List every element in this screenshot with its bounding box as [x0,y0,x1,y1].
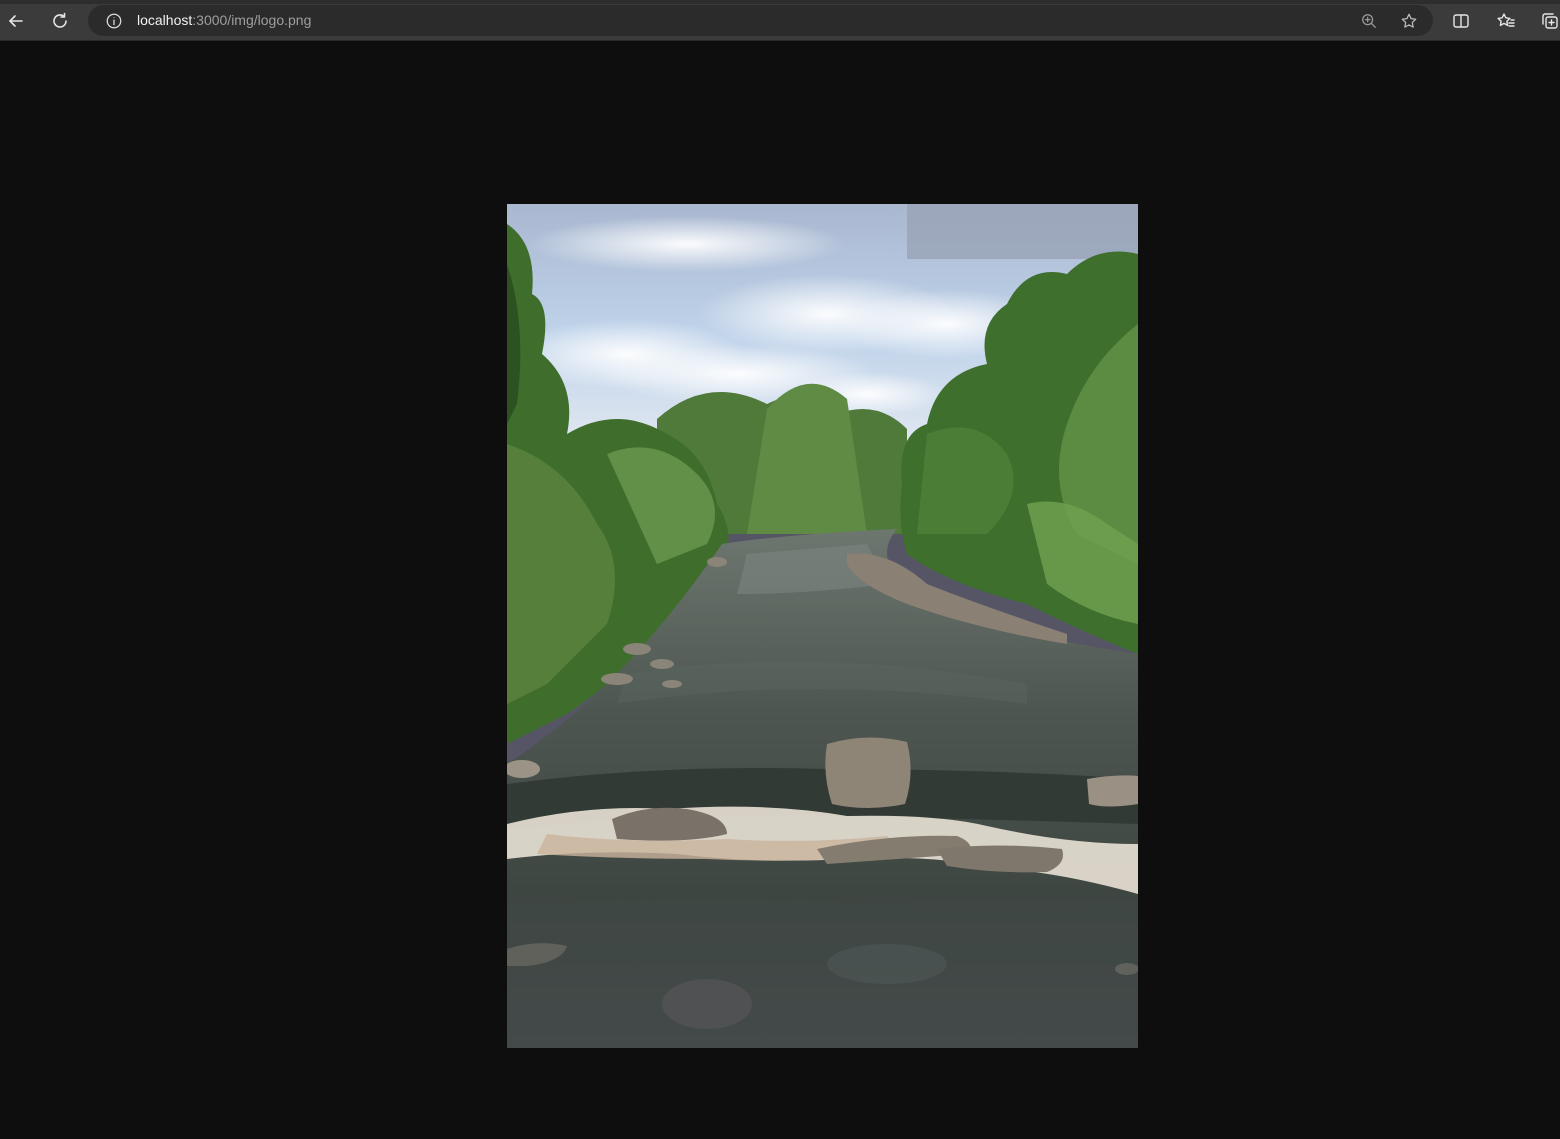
split-screen-icon [1451,11,1471,31]
refresh-icon [50,11,70,31]
address-bar[interactable]: localhost:3000/img/logo.png [88,5,1433,36]
zoom-in-icon[interactable] [1358,10,1380,32]
url-host: localhost [137,12,193,28]
refresh-button[interactable] [47,8,73,34]
star-icon[interactable] [1398,10,1420,32]
collections-icon [1540,11,1560,31]
back-arrow-icon [6,11,26,31]
collections-button[interactable] [1537,8,1560,34]
info-icon[interactable] [104,11,124,31]
large-rock [825,737,911,808]
favorites-icon [1496,11,1516,31]
tab-strip-edge [0,0,1560,4]
browser-toolbar: localhost:3000/img/logo.png [0,0,1560,41]
url-text[interactable]: localhost:3000/img/logo.png [137,12,311,29]
favorites-button[interactable] [1493,8,1519,34]
image-viewer [0,41,1560,1139]
url-path: :3000/img/logo.png [192,12,312,28]
back-button[interactable] [3,8,29,34]
split-screen-button[interactable] [1448,8,1474,34]
river-landscape-image[interactable] [507,204,1138,1048]
